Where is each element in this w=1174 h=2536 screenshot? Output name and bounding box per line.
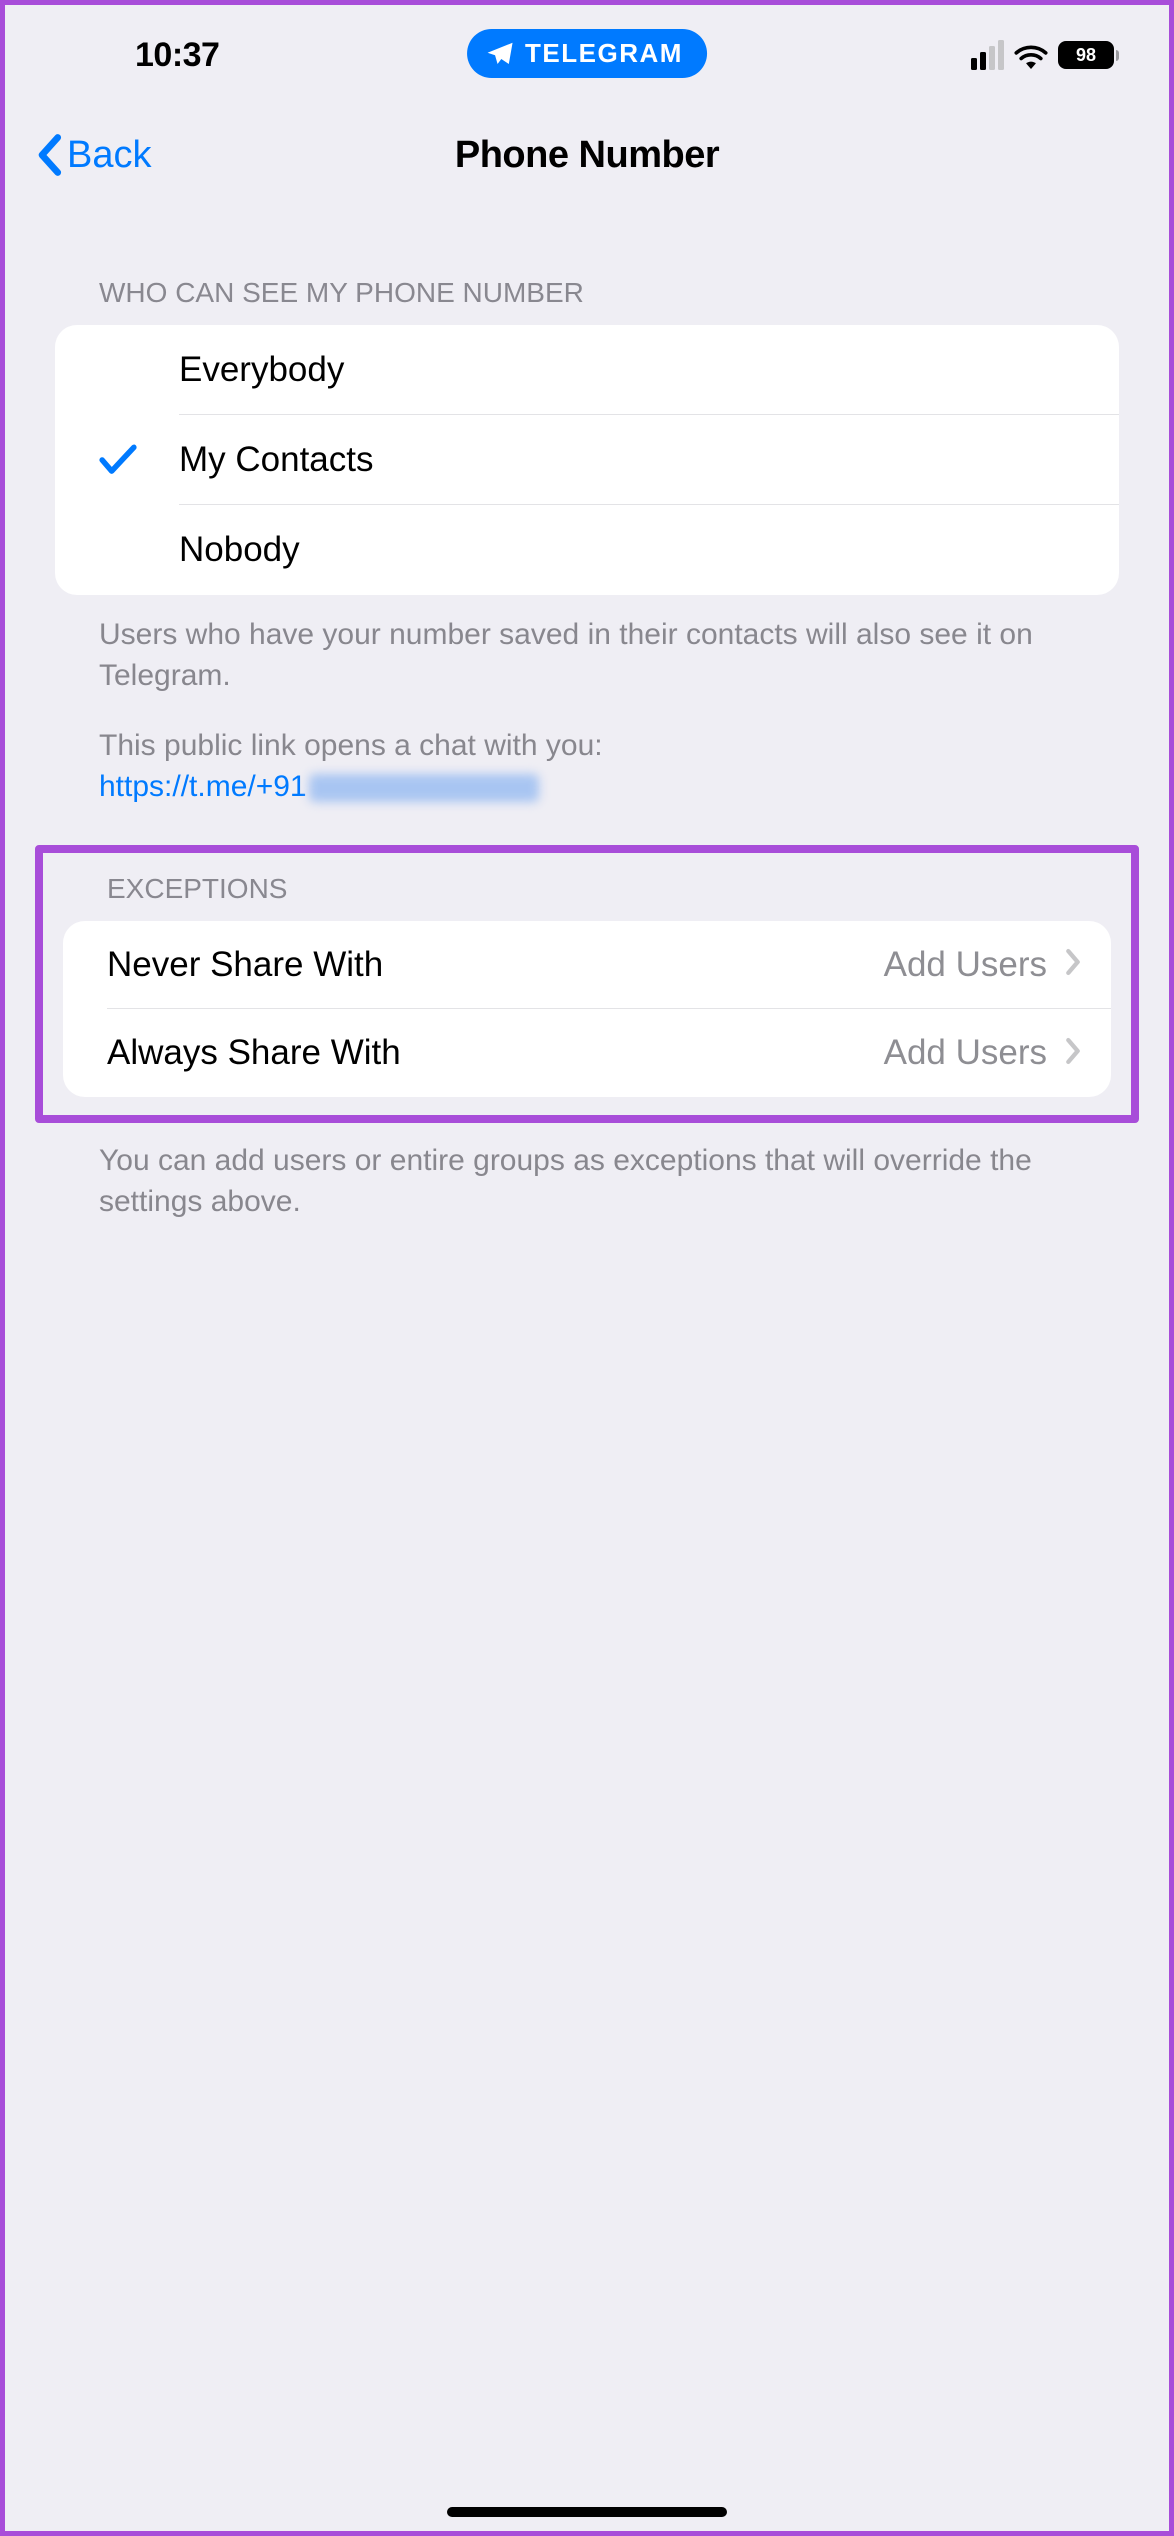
wifi-icon xyxy=(1014,41,1048,69)
exception-never-share[interactable]: Never Share With Add Users xyxy=(63,921,1111,1009)
footer-text-2: This public link opens a chat with you: xyxy=(99,726,1075,767)
section-footer-exceptions: You can add users or entire groups as ex… xyxy=(55,1123,1119,1222)
nav-header: Back Phone Number xyxy=(5,105,1169,205)
section-header-exceptions: Exceptions xyxy=(63,873,1111,905)
public-link[interactable]: https://t.me/+91 xyxy=(99,770,307,803)
back-button[interactable]: Back xyxy=(35,134,151,177)
redacted-number xyxy=(309,774,539,802)
home-indicator[interactable] xyxy=(447,2507,727,2517)
exceptions-card: Never Share With Add Users Always Share … xyxy=(63,921,1111,1097)
checkmark-icon xyxy=(99,443,179,477)
exception-always-share[interactable]: Always Share With Add Users xyxy=(63,1009,1111,1097)
section-header-visibility: Who can see my phone number xyxy=(55,277,1119,309)
checkmark-icon xyxy=(99,533,179,567)
exception-value: Add Users xyxy=(884,945,1047,985)
app-pill-label: TELEGRAM xyxy=(525,38,683,69)
battery-icon: 98 xyxy=(1058,41,1119,69)
option-label: My Contacts xyxy=(179,415,374,505)
app-pill[interactable]: TELEGRAM xyxy=(467,29,707,78)
option-everybody[interactable]: Everybody xyxy=(55,325,1119,415)
option-label: Everybody xyxy=(179,325,344,415)
page-title: Phone Number xyxy=(455,134,719,177)
telegram-icon xyxy=(485,39,515,69)
chevron-left-icon xyxy=(35,134,63,176)
option-nobody[interactable]: Nobody xyxy=(55,505,1119,595)
exception-label: Never Share With xyxy=(107,945,884,985)
exceptions-highlight: Exceptions Never Share With Add Users Al… xyxy=(35,845,1139,1123)
back-label: Back xyxy=(67,134,151,177)
checkmark-icon xyxy=(99,353,179,387)
exception-value: Add Users xyxy=(884,1033,1047,1073)
status-right: 98 xyxy=(971,40,1119,70)
status-bar: 10:37 TELEGRAM 98 xyxy=(5,5,1169,105)
status-time: 10:37 xyxy=(135,36,219,75)
battery-level: 98 xyxy=(1058,41,1114,69)
cellular-signal-icon xyxy=(971,40,1004,70)
option-my-contacts[interactable]: My Contacts xyxy=(55,415,1119,505)
option-label: Nobody xyxy=(179,505,300,595)
section-footer-visibility: Users who have your number saved in thei… xyxy=(55,595,1119,807)
exception-label: Always Share With xyxy=(107,1033,884,1073)
chevron-right-icon xyxy=(1065,948,1081,981)
footer-text-1: Users who have your number saved in thei… xyxy=(99,615,1075,696)
visibility-options-card: Everybody My Contacts Nobody xyxy=(55,325,1119,595)
chevron-right-icon xyxy=(1065,1037,1081,1070)
